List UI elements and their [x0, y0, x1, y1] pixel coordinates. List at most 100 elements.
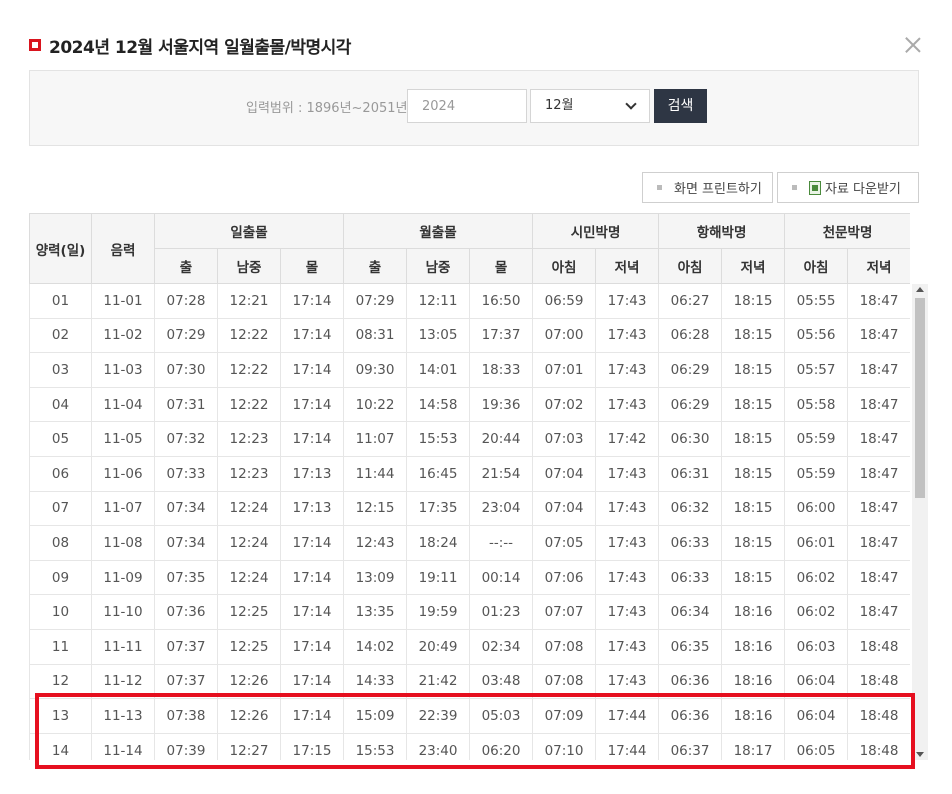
- table-cell: 18:33: [469, 352, 534, 388]
- sub-header-cell: 저녁: [847, 248, 910, 284]
- table-cell: 17:14: [280, 525, 345, 561]
- vertical-scrollbar[interactable]: [912, 284, 928, 760]
- table-cell: 15:53: [343, 733, 408, 760]
- table-cell: 12:26: [217, 698, 281, 734]
- table-cell: 17:14: [280, 664, 345, 700]
- table-cell: 06:33: [658, 525, 723, 561]
- table-cell: 07: [29, 491, 92, 527]
- table-cell: 18:48: [847, 664, 910, 700]
- year-input[interactable]: [407, 89, 527, 123]
- sub-header-cell: 아침: [532, 248, 597, 284]
- sub-header-cell: 아침: [658, 248, 723, 284]
- sub-header-cell: 몰: [279, 248, 345, 284]
- table-cell: 18:16: [721, 594, 786, 630]
- scroll-thumb[interactable]: [915, 298, 925, 498]
- table-cell: 03:48: [469, 664, 534, 700]
- sub-header-cell: 출: [343, 248, 408, 284]
- table-cell: 12:24: [217, 525, 281, 561]
- month-select[interactable]: 12월: [530, 89, 650, 123]
- table-cell: 17:43: [595, 352, 660, 388]
- sub-header-cell: 몰: [469, 248, 534, 284]
- table-cell: 09:30: [343, 352, 408, 388]
- table-cell: 06:02: [784, 594, 849, 630]
- table-cell: 06:04: [784, 698, 849, 734]
- table-cell: 19:36: [469, 387, 534, 423]
- table-cell: 05:59: [784, 456, 849, 492]
- table-cell: 11-04: [91, 387, 155, 423]
- page-title: 2024년 12월 서울지역 일월출몰/박명시각: [49, 37, 351, 58]
- table-cell: 07:34: [154, 525, 218, 561]
- table-cell: 07:31: [154, 387, 218, 423]
- table-cell: 14:58: [406, 387, 471, 423]
- table-cell: 06:20: [469, 733, 534, 760]
- scroll-up-icon[interactable]: [916, 287, 924, 292]
- close-icon[interactable]: [903, 35, 923, 55]
- sub-header-cell: 아침: [784, 248, 849, 284]
- table-cell: 11-14: [91, 733, 155, 760]
- table-cell: 04: [29, 387, 92, 423]
- table-cell: 12: [29, 664, 92, 700]
- table-cell: 07:03: [532, 421, 597, 457]
- table-cell: 12:22: [217, 318, 281, 354]
- table-row: 13 11-13 07:38 12:26 17:14 15:09 22:39 05:03 07:…: [29, 698, 910, 734]
- table-cell: 11-05: [91, 421, 155, 457]
- table-cell: 18:15: [721, 525, 786, 561]
- table-cell: 06:34: [658, 594, 723, 630]
- table-cell: 18:47: [847, 283, 910, 319]
- table-cell: 06:29: [658, 352, 723, 388]
- table-cell: 23:40: [406, 733, 471, 760]
- range-label: 입력범위 : 1896년~2051년: [246, 101, 408, 116]
- table-cell: 18:15: [721, 421, 786, 457]
- table-cell: 05:58: [784, 387, 849, 423]
- table-cell: 17:43: [595, 318, 660, 354]
- table-cell: 07:04: [532, 491, 597, 527]
- excel-icon: [809, 180, 821, 195]
- table-cell: 11-03: [91, 352, 155, 388]
- table-row: 01 11-01 07:28 12:21 17:14 07:29 12:11 16:50 06:…: [29, 283, 910, 319]
- table-cell: 21:42: [406, 664, 471, 700]
- table-cell: 15:53: [406, 421, 471, 457]
- table-cell: 17:14: [280, 318, 345, 354]
- table-cell: 06:37: [658, 733, 723, 760]
- table-cell: 18:47: [847, 560, 910, 596]
- table-cell: 06:04: [784, 664, 849, 700]
- download-button-label: 자료 다운받기: [825, 182, 901, 197]
- table-cell: 06:02: [784, 560, 849, 596]
- table-cell: 06:00: [784, 491, 849, 527]
- table-cell: 17:44: [595, 698, 660, 734]
- table-cell: 12:22: [217, 387, 281, 423]
- table-cell: 17:14: [280, 421, 345, 457]
- table-cell: 11-08: [91, 525, 155, 561]
- table-cell: 05:03: [469, 698, 534, 734]
- table-scroll-area[interactable]: 양력(일) 음력 일출몰 월출몰 시민박명 항해박명 천문박명 출 남중 몰 출 남중 몰…: [29, 213, 910, 760]
- table-cell: 14:02: [343, 629, 408, 665]
- table-cell: 06:33: [658, 560, 723, 596]
- table-cell: 07:38: [154, 698, 218, 734]
- download-button[interactable]: 자료 다운받기: [777, 172, 919, 203]
- table-cell: 08:31: [343, 318, 408, 354]
- table-cell: 16:50: [469, 283, 534, 319]
- table-row: 08 11-08 07:34 12:24 17:14 12:43 18:24 --:-- 07:…: [29, 525, 910, 561]
- search-button[interactable]: 검색: [654, 89, 707, 123]
- scroll-down-icon[interactable]: [916, 752, 924, 757]
- table-cell: 17:13: [280, 491, 345, 527]
- table-cell: 18:15: [721, 352, 786, 388]
- table-cell: 06:36: [658, 698, 723, 734]
- header-lunar: 음력: [91, 213, 155, 284]
- table-row: 04 11-04 07:31 12:22 17:14 10:22 14:58 19:36 07:…: [29, 387, 910, 423]
- table-cell: 12:25: [217, 594, 281, 630]
- table-cell: 12:15: [343, 491, 408, 527]
- table-cell: 17:14: [280, 698, 345, 734]
- table-cell: 06:36: [658, 664, 723, 700]
- table-cell: 18:15: [721, 456, 786, 492]
- bullet-icon: [657, 185, 662, 190]
- print-button[interactable]: 화면 프린트하기: [642, 172, 773, 203]
- table-cell: 06:01: [784, 525, 849, 561]
- table-cell: 14: [29, 733, 92, 760]
- bullet-icon: [792, 185, 797, 190]
- table-cell: 03: [29, 352, 92, 388]
- table-cell: 18:16: [721, 698, 786, 734]
- table-cell: 17:14: [280, 387, 345, 423]
- table-cell: 07:00: [532, 318, 597, 354]
- table-cell: 14:01: [406, 352, 471, 388]
